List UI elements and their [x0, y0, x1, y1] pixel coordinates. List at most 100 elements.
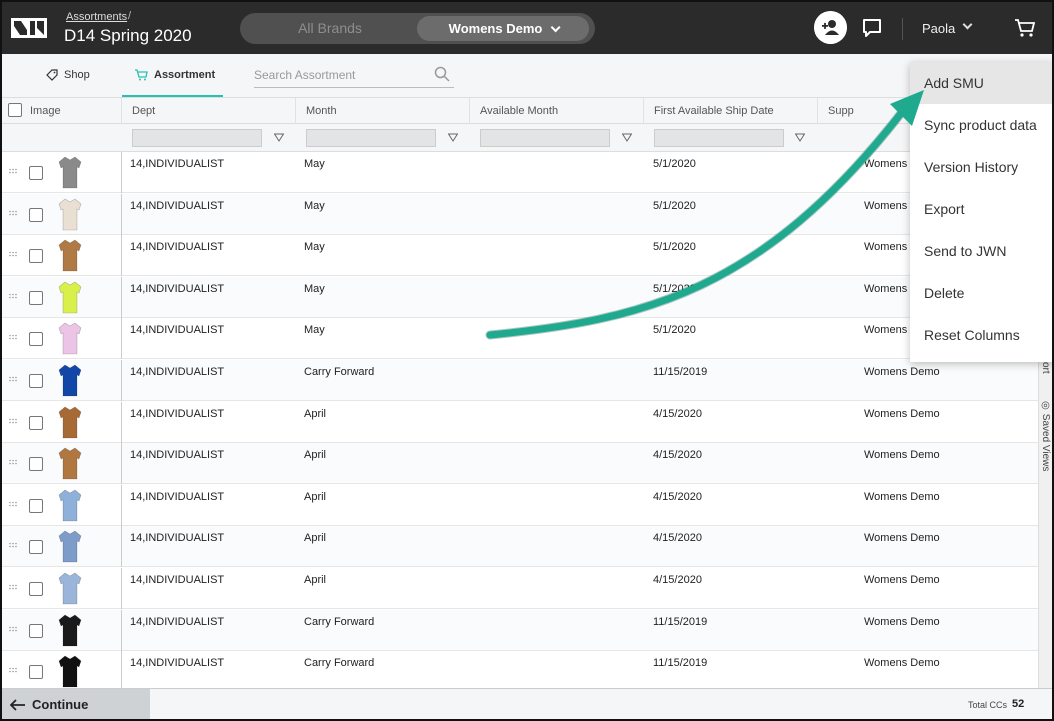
row-checkbox[interactable]	[29, 332, 43, 347]
row-checkbox[interactable]	[29, 582, 43, 596]
filter-dept-input[interactable]	[132, 129, 262, 147]
drag-handle-icon[interactable]	[9, 334, 17, 342]
table-row[interactable]: 14,INDIVIDUALIST Carry Forward 11/15/2019 W…	[2, 609, 1038, 651]
breadcrumb-separator: /	[128, 10, 132, 22]
drag-handle-icon[interactable]	[9, 418, 17, 426]
table-row[interactable]: 14,INDIVIDUALIST May 5/1/2020 Womens	[2, 318, 1038, 360]
side-export-tab[interactable]: ort	[1040, 362, 1051, 374]
drag-handle-icon[interactable]	[9, 459, 17, 467]
product-image[interactable]	[57, 155, 83, 190]
side-saved-views-tab[interactable]: ◎ Saved Views	[1040, 400, 1051, 471]
column-divider	[121, 609, 122, 651]
row-checkbox[interactable]	[29, 415, 43, 430]
header-available-month[interactable]: Available Month	[470, 98, 644, 124]
search-icon[interactable]	[434, 66, 450, 82]
filter-icon[interactable]	[795, 133, 805, 143]
filter-month-input[interactable]	[306, 129, 436, 147]
header-dept[interactable]: Dept	[122, 98, 296, 124]
row-checkbox[interactable]	[29, 249, 43, 264]
menu-item-delete[interactable]: Delete	[910, 272, 1052, 314]
chat-icon[interactable]	[862, 18, 882, 38]
header-supplier[interactable]: Supp	[818, 98, 918, 124]
product-image[interactable]	[57, 571, 83, 606]
header-image[interactable]: Image	[2, 98, 122, 124]
table-row[interactable]: 14,INDIVIDUALIST May 5/1/2020 Womens	[2, 235, 1038, 277]
cell-dept: 14,INDIVIDUALIST	[130, 449, 225, 462]
product-image[interactable]	[57, 405, 83, 440]
cart-icon[interactable]	[1014, 18, 1036, 38]
drag-handle-icon[interactable]	[9, 251, 17, 259]
table-row[interactable]: 14,INDIVIDUALIST May 5/1/2020 Womens	[2, 276, 1038, 318]
header-first-ship-date[interactable]: First Available Ship Date	[644, 98, 818, 124]
add-user-icon[interactable]	[814, 11, 847, 44]
breadcrumb-assortments[interactable]: Assortments	[66, 11, 127, 23]
brand-selected-option[interactable]: Womens Demo	[417, 16, 589, 41]
cell-dept: 14,INDIVIDUALIST	[130, 490, 225, 503]
filter-icon[interactable]	[448, 133, 458, 143]
user-menu-name[interactable]: Paola	[922, 21, 955, 36]
cell-month: Carry Forward	[304, 657, 375, 670]
column-divider	[121, 651, 122, 693]
column-divider	[121, 401, 122, 443]
tab-shop[interactable]: Shop	[46, 54, 106, 97]
drag-handle-icon[interactable]	[9, 501, 17, 509]
table-row[interactable]: 14,INDIVIDUALIST May 5/1/2020 Womens	[2, 152, 1038, 193]
row-checkbox[interactable]	[29, 374, 43, 388]
continue-shopping-button[interactable]: Continue Shopping	[2, 689, 150, 719]
column-divider	[121, 484, 122, 526]
menu-item-send-to-jwn[interactable]: Send to JWN	[910, 230, 1052, 272]
drag-handle-icon[interactable]	[9, 376, 17, 384]
product-image[interactable]	[57, 613, 83, 648]
product-image[interactable]	[57, 280, 83, 315]
brand-all-option[interactable]: All Brands	[240, 13, 420, 44]
drag-handle-icon[interactable]	[9, 626, 17, 634]
filter-ship-date-input[interactable]	[654, 129, 784, 147]
drag-handle-icon[interactable]	[9, 168, 17, 176]
row-checkbox[interactable]	[29, 498, 43, 513]
table-row[interactable]: 14,INDIVIDUALIST April 4/15/2020 Womens Dem…	[2, 484, 1038, 526]
menu-item-sync-product-data[interactable]: Sync product data	[910, 104, 1052, 146]
row-checkbox[interactable]	[29, 207, 43, 222]
drag-handle-icon[interactable]	[9, 293, 17, 301]
drag-handle-icon[interactable]	[9, 542, 17, 550]
header-month[interactable]: Month	[296, 98, 470, 124]
product-image[interactable]	[57, 654, 83, 689]
filter-icon[interactable]	[622, 133, 632, 143]
table-row[interactable]: 14,INDIVIDUALIST Carry Forward 11/15/2019 W…	[2, 651, 1038, 693]
row-checkbox[interactable]	[29, 540, 43, 555]
row-checkbox[interactable]	[29, 623, 43, 638]
product-image[interactable]	[57, 238, 83, 273]
table-row[interactable]: 14,INDIVIDUALIST April 4/15/2020 Womens Dem…	[2, 401, 1038, 443]
row-checkbox[interactable]	[29, 290, 43, 305]
menu-item-add-smu[interactable]: Add SMU	[910, 62, 1052, 104]
drag-handle-icon[interactable]	[9, 584, 17, 592]
table-row[interactable]: 14,INDIVIDUALIST May 5/1/2020 Womens	[2, 193, 1038, 235]
product-image[interactable]	[57, 321, 83, 356]
chevron-down-icon[interactable]	[962, 19, 973, 30]
drag-handle-icon[interactable]	[9, 210, 17, 218]
menu-item-export[interactable]: Export	[910, 188, 1052, 230]
select-all-checkbox[interactable]	[8, 103, 22, 117]
product-image[interactable]	[57, 488, 83, 523]
table-row[interactable]: 14,INDIVIDUALIST April 4/15/2020 Womens Dem…	[2, 568, 1038, 609]
tab-assortment[interactable]: Assortment	[122, 54, 223, 97]
filter-available-month-input[interactable]	[480, 129, 610, 147]
row-checkbox[interactable]	[29, 665, 43, 680]
product-image[interactable]	[57, 446, 83, 481]
search-input[interactable]	[254, 64, 424, 86]
row-checkbox[interactable]	[29, 166, 43, 180]
filter-icon[interactable]	[274, 133, 284, 143]
product-image[interactable]	[57, 363, 83, 398]
drag-handle-icon[interactable]	[9, 667, 17, 675]
tab-shop-label: Shop	[64, 69, 90, 81]
product-image[interactable]	[57, 197, 83, 232]
product-image[interactable]	[57, 529, 83, 564]
table-row[interactable]: 14,INDIVIDUALIST April 4/15/2020 Womens Dem…	[2, 443, 1038, 485]
table-row[interactable]: 14,INDIVIDUALIST April 4/15/2020 Womens Dem…	[2, 526, 1038, 568]
row-checkbox[interactable]	[29, 457, 43, 472]
menu-item-reset-columns[interactable]: Reset Columns	[910, 314, 1052, 356]
menu-item-version-history[interactable]: Version History	[910, 146, 1052, 188]
cell-ship-date: 4/15/2020	[653, 574, 702, 586]
footer-bar: Continue Shopping Total CCs 52	[2, 688, 1052, 719]
table-row[interactable]: 14,INDIVIDUALIST Carry Forward 11/15/2019 W…	[2, 360, 1038, 401]
